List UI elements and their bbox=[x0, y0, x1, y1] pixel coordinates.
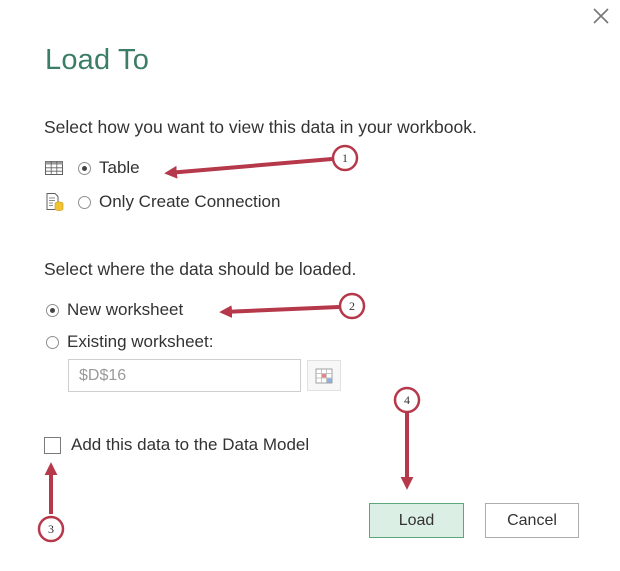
new-worksheet-radio[interactable] bbox=[46, 303, 59, 317]
connection-icon bbox=[44, 192, 64, 212]
table-label: Table bbox=[99, 158, 140, 177]
new-worksheet-label: New worksheet bbox=[67, 300, 184, 319]
range-selector-button[interactable] bbox=[307, 360, 341, 391]
existing-worksheet-radio[interactable] bbox=[46, 335, 59, 349]
data-model-label: Add this data to the Data Model bbox=[71, 435, 310, 454]
option-new-worksheet[interactable]: New worksheet bbox=[46, 300, 183, 320]
option-existing-worksheet[interactable]: Existing worksheet: bbox=[46, 332, 213, 352]
table-icon bbox=[44, 158, 64, 178]
view-prompt: Select how you want to view this data in… bbox=[44, 117, 477, 137]
existing-worksheet-label: Existing worksheet: bbox=[67, 332, 214, 351]
close-icon[interactable] bbox=[589, 4, 613, 28]
option-table[interactable]: Table bbox=[44, 158, 140, 178]
connection-label: Only Create Connection bbox=[99, 192, 281, 211]
location-prompt: Select where the data should be loaded. bbox=[44, 259, 357, 279]
data-model-checkbox[interactable] bbox=[44, 436, 61, 454]
range-input[interactable]: $D$16 bbox=[68, 359, 301, 392]
data-model-option[interactable]: Add this data to the Data Model bbox=[44, 435, 309, 455]
dialog-title: Load To bbox=[45, 44, 150, 76]
table-radio[interactable] bbox=[78, 161, 91, 175]
range-picker-icon bbox=[315, 368, 333, 383]
load-button[interactable]: Load bbox=[369, 503, 464, 538]
cancel-button[interactable]: Cancel bbox=[485, 503, 579, 538]
load-to-dialog: Load To Select how you want to view this… bbox=[0, 0, 620, 571]
connection-radio[interactable] bbox=[78, 195, 91, 209]
option-only-create-connection[interactable]: Only Create Connection bbox=[44, 192, 280, 212]
